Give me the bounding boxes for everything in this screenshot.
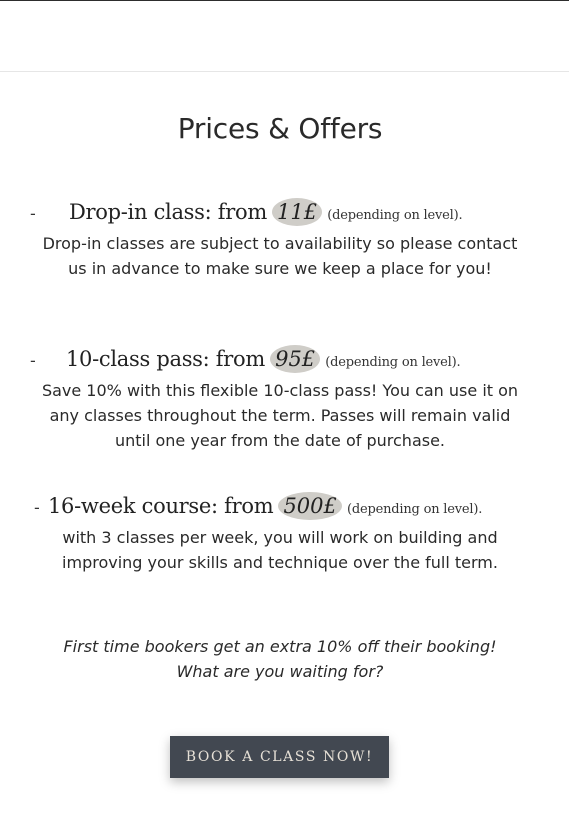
list-dash: - [30,351,36,370]
offer-heading: - Drop-in class: from 11£ (depending on l… [30,197,530,231]
promo-line: First time bookers get an extra 10% off … [63,637,497,656]
offer-description: Drop-in classes are subject to availabil… [42,234,518,278]
offer-description: with 3 classes per week, you will work o… [62,528,498,572]
list-dash: - [30,204,36,223]
offer-name: 10-class pass: from [66,347,265,371]
offer-note: (depending on level). [327,208,463,223]
list-dash: - [34,498,40,517]
section-title: Prices & Offers [177,112,383,145]
offer-name: Drop-in class: from [69,200,267,224]
offer-price: 95£ [270,345,321,373]
offer-note: (depending on level). [346,502,483,517]
offer-heading: -16-week course: from 500£ (depending on… [34,491,530,525]
offer-price: 11£ [272,198,323,226]
page: Prices & Offers - Drop-in class: from 11£… [0,0,569,817]
header-divider [0,71,569,72]
offer-name: 16-week course: from [48,494,274,518]
offer-10-class-pass: - 10-class pass: from 95£ (depending on l… [30,344,530,453]
offer-description: Save 10% with this flexible 10-class pas… [41,381,519,450]
promo-message: First time bookers get an extra 10% off … [20,634,540,684]
book-class-button[interactable]: Book a class now! [170,736,389,778]
offer-price: 500£ [278,492,342,520]
offer-heading: - 10-class pass: from 95£ (depending on l… [30,344,530,378]
promo-line: What are you waiting for? [176,662,384,681]
offer-note: (depending on level). [325,355,461,370]
header-strip [0,1,569,71]
offer-16-week-course: -16-week course: from 500£ (depending on… [30,491,530,575]
offer-drop-in: - Drop-in class: from 11£ (depending on l… [30,197,530,281]
